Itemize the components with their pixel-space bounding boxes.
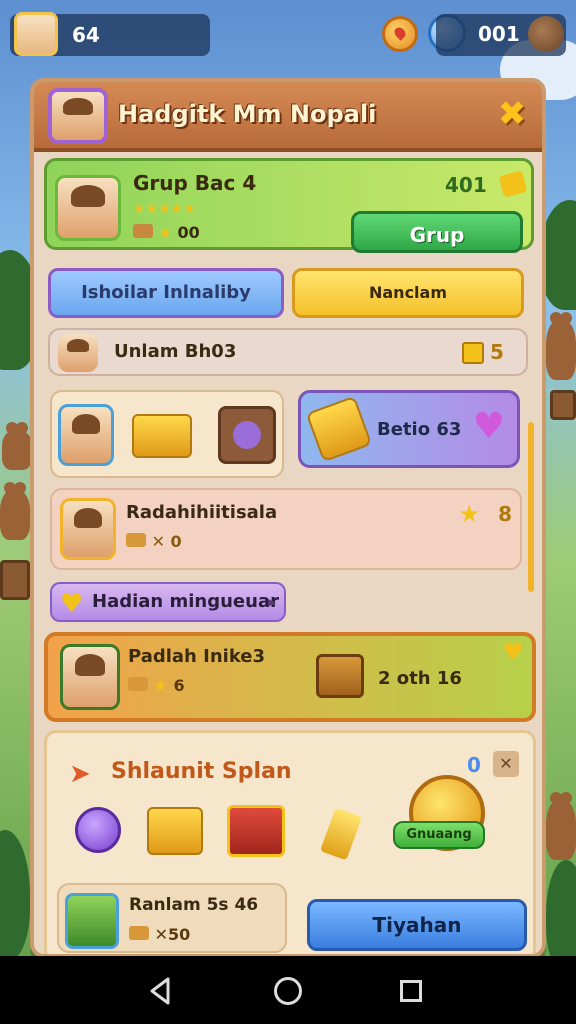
section-avatar <box>58 334 98 372</box>
crown-chest-icon[interactable] <box>227 805 285 857</box>
main-panel: Hadgitk Mm Nopali ✖ Grup Bac 4 ★★★★★ ★ 0… <box>30 78 546 958</box>
tab-left[interactable]: Ishoilar Inlnaliby <box>48 268 284 318</box>
highlight-sub: ★ 6 <box>128 676 185 695</box>
box-icon <box>462 342 484 364</box>
purple-orb-icon[interactable] <box>75 807 121 853</box>
ticket-icon <box>498 170 528 198</box>
reward-label: Betio 63 <box>377 419 462 440</box>
treasure-chest-icon <box>316 654 364 698</box>
group-stats: ★ 00 <box>133 223 200 242</box>
tiyahan-button[interactable]: Tiyahan <box>307 899 527 951</box>
group-stat-value: 00 <box>177 223 200 242</box>
friend-count: 8 <box>498 502 512 526</box>
highlight-card[interactable]: Padlah Inike3 ★ 6 2 oth 16 ♥ <box>44 632 536 722</box>
bottom-panel: ➤ Shlaunit Splan 0 ✕ Gnuaang Ranlam 5s 4… <box>44 730 536 954</box>
back-icon[interactable] <box>146 976 176 1006</box>
section-label: Unlam Bh03 <box>114 341 237 362</box>
scrollbar[interactable] <box>528 422 534 592</box>
section-row[interactable]: Unlam Bh03 5 <box>48 328 528 376</box>
friend-row[interactable]: Radahihiitisala ✕ 0 ★ 8 <box>50 488 522 570</box>
home-icon[interactable] <box>274 977 302 1005</box>
player-sub: ✕50 <box>129 925 190 944</box>
gold-ticket-icon <box>305 395 373 463</box>
treasure-icon <box>129 926 149 940</box>
background-tree <box>0 830 30 960</box>
bottom-counter: 0 <box>467 753 481 777</box>
group-rating: ★★★★★ <box>133 201 196 217</box>
highlight-avatar <box>60 644 120 710</box>
close-icon[interactable]: ✕ <box>493 751 519 777</box>
ball-icon[interactable] <box>528 16 564 52</box>
group-avatar <box>55 175 121 241</box>
player-level-bar[interactable]: 64 <box>10 12 210 56</box>
player-level: 64 <box>72 23 100 47</box>
chevron-right-icon: ▸ <box>267 592 276 611</box>
panel-header: Hadgitk Mm Nopali ✖ <box>34 82 542 152</box>
gem-count: 001 <box>478 22 520 46</box>
friend-sub-value: ✕ 0 <box>151 532 182 551</box>
treasure-icon <box>128 677 148 691</box>
gold-bars-icon[interactable] <box>132 414 192 458</box>
star-icon: ★★★★★ <box>133 201 196 217</box>
highlight-sub-value: 6 <box>173 676 185 695</box>
player-avatar[interactable] <box>14 12 58 56</box>
coin-badge: Gnuaang <box>393 821 485 849</box>
gold-bars-icon[interactable] <box>147 807 203 855</box>
tab-right[interactable]: Nanclam <box>292 268 524 318</box>
purple-scroll-icon[interactable] <box>218 406 276 464</box>
section-count: 5 <box>490 340 504 364</box>
header-avatar <box>48 88 108 144</box>
system-nav-bar <box>0 956 576 1024</box>
background-tree <box>546 860 576 970</box>
background-critter <box>546 792 576 860</box>
background-crate <box>0 560 30 600</box>
green-chest-icon <box>65 893 119 949</box>
group-score: 401 <box>445 173 487 197</box>
highlight-value: 2 oth 16 <box>378 668 462 689</box>
friend-name: Radahihiitisala <box>126 502 278 523</box>
player-sub-value: ✕50 <box>154 925 191 944</box>
top-hud: 64 001 <box>0 0 576 70</box>
group-name: Grup Bac 4 <box>133 171 257 195</box>
heart-icon: ♥ <box>502 638 524 666</box>
reward-card[interactable]: Betio 63 ♥ <box>298 390 520 468</box>
highlight-name: Padlah Inike3 <box>128 646 266 667</box>
tag-pill[interactable]: ♥ Hadian mingueuar ▸ <box>50 582 286 622</box>
item-avatar[interactable] <box>58 404 114 466</box>
player-name: Ranlam 5s 46 <box>129 895 259 915</box>
star-icon: ★ <box>458 500 480 528</box>
friend-avatar <box>60 498 116 560</box>
items-card <box>50 390 284 478</box>
background-critter <box>0 482 30 540</box>
gold-bar-icon[interactable] <box>319 807 363 861</box>
group-card: Grup Bac 4 ★★★★★ ★ 00 401 Grup <box>44 158 534 253</box>
background-critter <box>2 422 32 470</box>
map-pin-coin-icon[interactable] <box>382 16 418 52</box>
background-critter <box>546 312 576 380</box>
panel-title: Hadgitk Mm Nopali <box>118 100 377 128</box>
heart-icon: ♥ <box>472 406 505 447</box>
tag-pill-label: Hadian mingueuar <box>92 591 279 612</box>
friend-sub: ✕ 0 <box>126 532 182 551</box>
bottom-title: Shlaunit Splan <box>111 759 292 784</box>
recent-apps-icon[interactable] <box>400 980 422 1002</box>
star-icon: ★ <box>158 223 173 242</box>
star-icon: ★ <box>153 676 168 695</box>
treasure-icon <box>126 533 146 547</box>
player-card[interactable]: Ranlam 5s 46 ✕50 <box>57 883 287 953</box>
heart-icon: ♥ <box>60 589 84 619</box>
group-button[interactable]: Grup <box>351 211 523 253</box>
treasure-icon <box>133 224 153 238</box>
arrow-icon: ➤ <box>69 759 91 789</box>
close-button[interactable]: ✖ <box>492 94 532 134</box>
background-crate <box>550 390 576 420</box>
